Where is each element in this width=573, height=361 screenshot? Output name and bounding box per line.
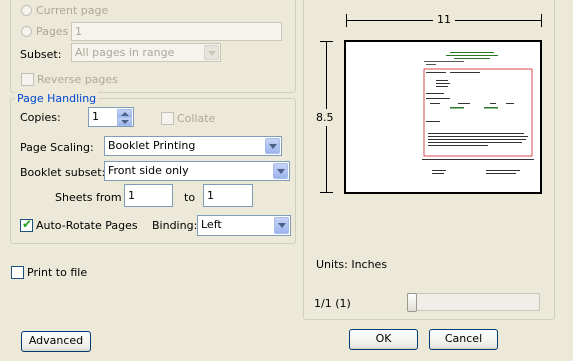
- collate-checkbox[interactable]: [161, 112, 174, 125]
- height-dimension-bottom-tick: [320, 192, 333, 193]
- units-text: Units: Inches: [316, 258, 388, 271]
- copies-input[interactable]: 1: [88, 107, 134, 127]
- booklet-subset-label: Booklet subset:: [20, 166, 106, 179]
- booklet-subset-select[interactable]: Front side only: [104, 161, 290, 181]
- subset-label: Subset:: [20, 48, 62, 61]
- page-slider-track[interactable]: [407, 293, 540, 311]
- sheets-from-label: Sheets from: [55, 191, 122, 204]
- height-dimension-label: 8.5: [316, 109, 334, 126]
- sheets-from-input[interactable]: 1: [124, 184, 173, 207]
- ok-button[interactable]: OK: [349, 329, 418, 350]
- chevron-down-icon[interactable]: [273, 163, 288, 179]
- auto-rotate-label: Auto-Rotate Pages: [36, 219, 138, 232]
- page-scaling-label: Page Scaling:: [20, 141, 94, 154]
- chevron-down-icon[interactable]: [204, 45, 219, 60]
- pages-label: Pages: [36, 25, 69, 38]
- page-counter: 1/1 (1): [314, 297, 351, 310]
- copies-value: 1: [92, 110, 99, 123]
- chevron-down-icon[interactable]: [274, 217, 289, 234]
- height-dimension-top-tick: [320, 41, 333, 42]
- collate-label: Collate: [177, 112, 216, 125]
- chevron-down-icon[interactable]: [265, 138, 280, 154]
- print-to-file-label: Print to file: [27, 266, 88, 279]
- copies-label: Copies:: [20, 111, 61, 124]
- width-dimension-right-tick: [541, 14, 542, 27]
- width-dimension-left-tick: [346, 14, 347, 27]
- print-to-file-checkbox[interactable]: [11, 266, 24, 279]
- page-scaling-select[interactable]: Booklet Printing: [104, 136, 282, 156]
- page-scaling-value: Booklet Printing: [108, 139, 196, 152]
- booklet-subset-value: Front side only: [108, 164, 189, 177]
- document-thumbnail: [422, 52, 534, 174]
- width-dimension-label: 11: [433, 13, 455, 26]
- copies-down-arrow-icon[interactable]: [117, 117, 132, 126]
- reverse-pages-checkbox[interactable]: [21, 73, 34, 86]
- current-page-radio[interactable]: [21, 5, 32, 16]
- pages-input[interactable]: 1: [71, 22, 282, 41]
- page-preview: [344, 40, 542, 194]
- binding-value: Left: [201, 218, 222, 231]
- advanced-button[interactable]: Advanced: [21, 331, 91, 352]
- subset-select-value: All pages in range: [75, 46, 175, 59]
- page-slider-thumb[interactable]: [407, 293, 417, 312]
- checkmark-icon: ✔: [22, 217, 33, 231]
- cancel-button[interactable]: Cancel: [429, 329, 498, 350]
- reverse-pages-label: Reverse pages: [37, 73, 118, 86]
- current-page-label: Current page: [36, 4, 109, 17]
- binding-label: Binding:: [152, 219, 198, 232]
- sheets-to-input[interactable]: 1: [203, 184, 253, 207]
- subset-select[interactable]: All pages in range: [71, 43, 221, 62]
- page-handling-title: Page Handling: [15, 92, 99, 105]
- auto-rotate-checkbox[interactable]: ✔: [20, 217, 33, 232]
- to-label: to: [184, 191, 196, 204]
- pages-radio[interactable]: [21, 26, 32, 37]
- binding-select[interactable]: Left: [197, 215, 291, 236]
